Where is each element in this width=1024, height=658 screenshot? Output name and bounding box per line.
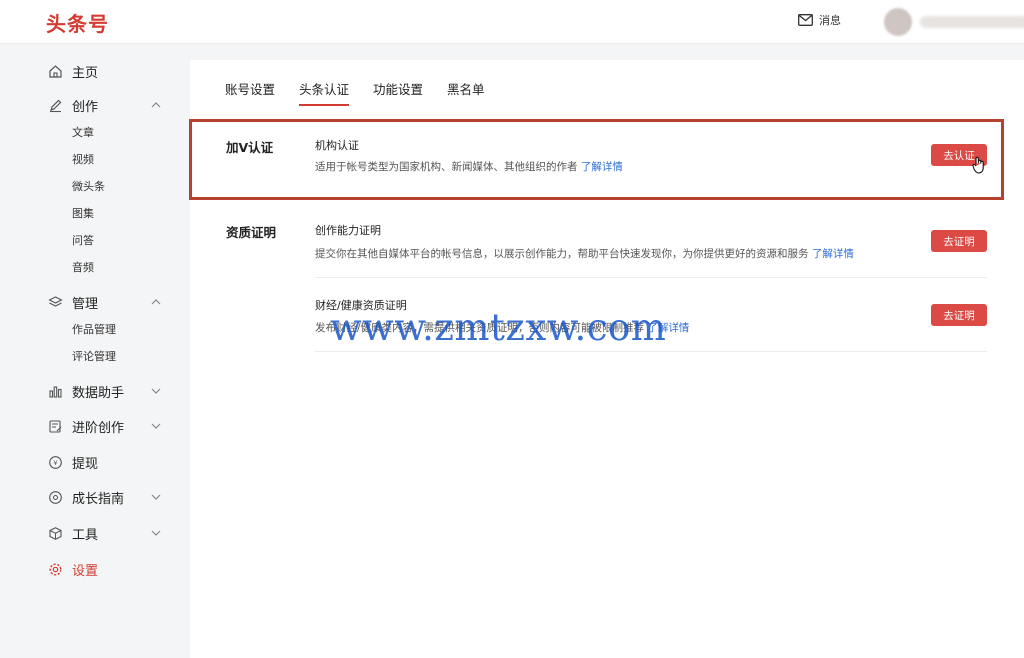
top-bar: 头条号 消息 [0,0,1024,44]
sidebar-item-label: 主页 [72,65,99,81]
chevron-down-icon[interactable] [150,527,162,539]
growth-icon [48,490,63,505]
sidebar-item-label: 创作 [72,99,99,115]
bar-chart-icon [48,384,63,399]
sidebar-sub-audio[interactable]: 音频 [72,260,94,276]
sidebar-item-growth[interactable]: 成长指南 [48,486,168,508]
sidebar-item-settings[interactable]: 设置 [48,558,168,580]
sidebar-sub-works[interactable]: 作品管理 [72,322,116,338]
creation-ability-desc-text: 提交你在其他自媒体平台的帐号信息，以展示创作能力，帮助平台快速发现你，为你提供更… [315,248,809,260]
sidebar-sub-comments[interactable]: 评论管理 [72,349,116,365]
sidebar-item-home[interactable]: 主页 [48,60,168,82]
layers-icon [48,295,63,310]
chevron-down-icon[interactable] [150,420,162,432]
coin-icon: ¥ [48,455,63,470]
mail-icon [798,14,813,26]
chevron-up-icon[interactable] [150,296,162,308]
logo[interactable]: 头条号 [46,8,109,37]
sidebar-item-create[interactable]: 创作 [48,94,168,116]
box-icon [48,526,63,541]
learn-more-link[interactable]: 了解详情 [812,248,854,260]
sidebar-item-data[interactable]: 数据助手 [48,380,168,402]
user-menu[interactable] [884,8,1024,36]
messages-button[interactable]: 消息 [798,12,841,28]
sidebar-item-tools[interactable]: 工具 [48,522,168,544]
sidebar-item-advanced[interactable]: 进阶创作 [48,415,168,437]
tab-toutiao-verification[interactable]: 头条认证 [299,80,350,106]
divider [315,277,987,278]
chevron-down-icon[interactable] [150,491,162,503]
divider [315,351,987,352]
sidebar-sub-video[interactable]: 视频 [72,152,94,168]
sidebar-item-label: 设置 [72,563,99,579]
sidebar-item-label: 数据助手 [72,385,125,401]
sidebar-sub-article[interactable]: 文章 [72,125,94,141]
sidebar: 主页 创作 文章 视频 微头条 图集 问答 音频 管理 作品管理 评论管理 数据… [0,45,190,658]
sidebar-sub-micro[interactable]: 微头条 [72,179,105,195]
tab-bar: 账号设置 头条认证 功能设置 黑名单 [225,80,485,108]
prove-qualification-button[interactable]: 去证明 [931,304,987,326]
sidebar-item-label: 进阶创作 [72,420,125,436]
sidebar-item-label: 成长指南 [72,491,125,507]
home-icon [48,64,63,79]
sidebar-item-label: 管理 [72,296,99,312]
messages-label: 消息 [819,14,841,27]
gear-icon [48,562,63,577]
tab-account-settings[interactable]: 账号设置 [225,80,275,106]
tab-blacklist[interactable]: 黑名单 [447,80,485,106]
sidebar-item-label: 工具 [72,527,99,543]
username-blurred [920,16,1024,28]
sidebar-sub-gallery[interactable]: 图集 [72,206,94,222]
svg-text:¥: ¥ [53,459,57,467]
hand-cursor-icon [972,156,984,174]
avatar[interactable] [884,8,912,36]
creation-ability-title: 创作能力证明 [315,224,381,237]
sidebar-item-manage[interactable]: 管理 [48,291,168,313]
sidebar-sub-qa[interactable]: 问答 [72,233,94,249]
creation-ability-desc: 提交你在其他自媒体平台的帐号信息，以展示创作能力，帮助平台快速发现你，为你提供更… [315,246,854,261]
sidebar-item-label: 提现 [72,456,99,472]
chevron-up-icon[interactable] [150,99,162,111]
section-title-qualification: 资质证明 [226,225,277,240]
pen-icon [48,98,63,113]
highlight-box [189,119,1004,200]
tab-feature-settings[interactable]: 功能设置 [373,80,423,106]
prove-ability-button[interactable]: 去证明 [931,230,987,252]
sidebar-item-withdraw[interactable]: ¥ 提现 [48,451,168,473]
chevron-down-icon[interactable] [150,385,162,397]
watermark: www.zmtzxw.com [330,306,667,349]
edit-doc-icon [48,419,63,434]
